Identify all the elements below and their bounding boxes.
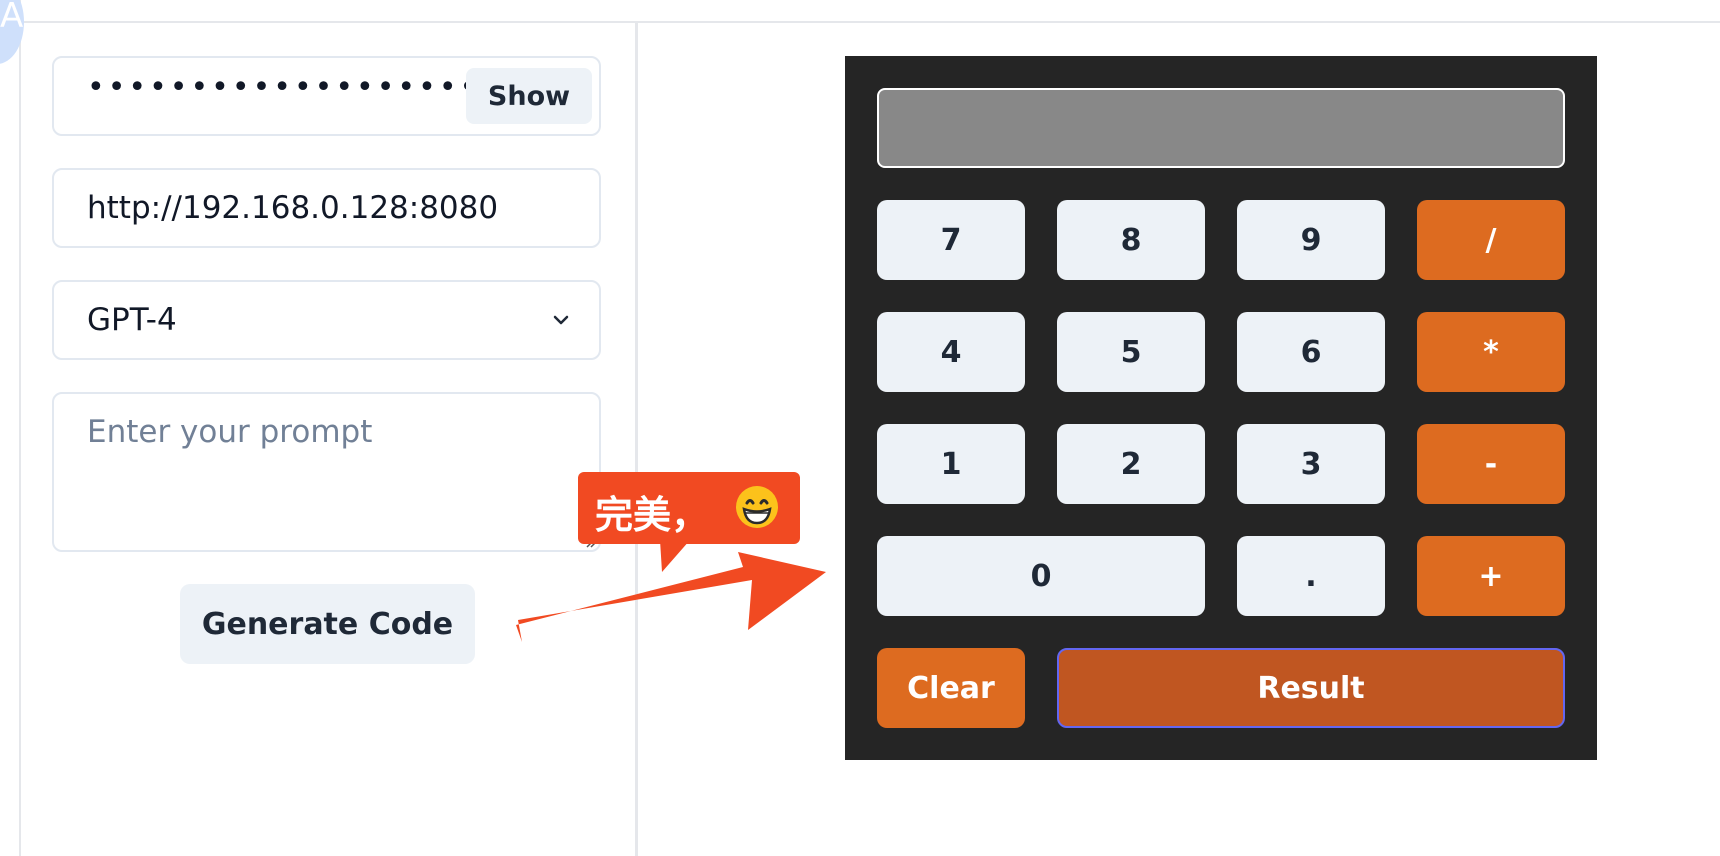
callout-text: 完美， <box>595 493 710 537</box>
annotation-arrow-icon <box>516 540 826 642</box>
grinning-face-emoji-icon <box>736 486 778 528</box>
